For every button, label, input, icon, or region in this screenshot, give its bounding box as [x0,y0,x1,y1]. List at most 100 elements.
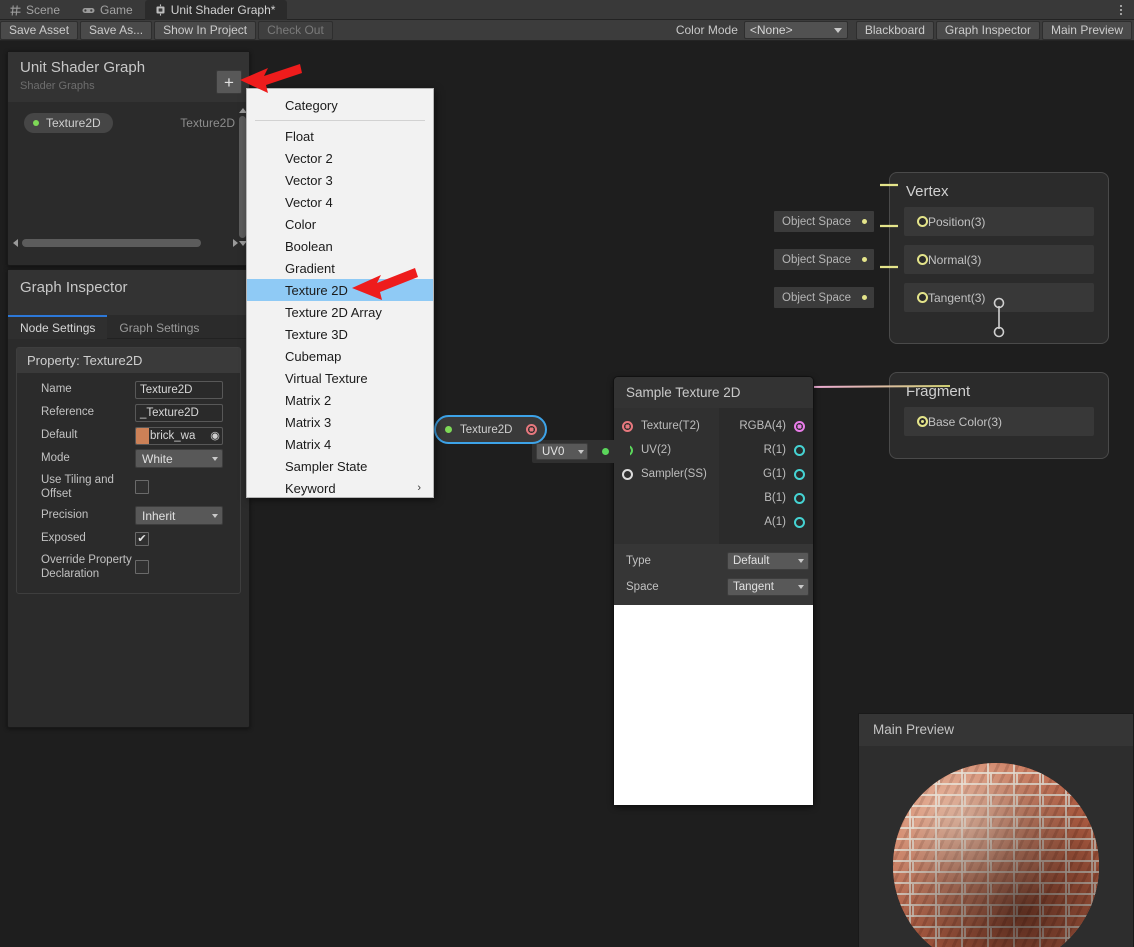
menu-item-matrix-2[interactable]: Matrix 2 [247,389,433,411]
color-mode-dropdown[interactable]: <None> [743,21,848,39]
menu-item-sampler-state[interactable]: Sampler State [247,455,433,477]
port-b-out[interactable]: B(1) [719,486,813,510]
position-port[interactable] [917,216,928,227]
graph-inspector-toggle-button[interactable]: Graph Inspector [935,20,1040,40]
chevron-down-icon [212,456,218,461]
uv0-channel-dropdown[interactable]: UV0 [536,443,588,460]
override-property-declaration-checkbox[interactable] [135,560,149,574]
tab-graph-settings[interactable]: Graph Settings [107,315,211,339]
more-options-icon[interactable] [1108,0,1134,19]
menu-item-virtual-texture[interactable]: Virtual Texture [247,367,433,389]
r-port-icon[interactable] [794,444,805,456]
blackboard-horizontal-scrollbar[interactable] [13,236,238,249]
sampler-port-icon[interactable] [622,468,633,480]
graph-inspector-panel[interactable]: Graph Inspector Node Settings Graph Sett… [7,269,250,728]
port-rgba-out[interactable]: RGBA(4) [719,414,813,438]
b-port-icon[interactable] [794,492,805,504]
port-a-out[interactable]: A(1) [719,510,813,534]
menu-item-texture-3d[interactable]: Texture 3D [247,323,433,345]
sample-texture-2d-node[interactable]: Sample Texture 2D Texture(T2) UV(2) Samp… [613,376,814,806]
menu-item-keyword[interactable]: Keyword › [247,477,433,499]
name-input[interactable]: Texture2D [135,380,223,399]
menu-item-boolean[interactable]: Boolean [247,235,433,257]
port-sampler-in[interactable]: Sampler(SS) [614,462,719,486]
fragment-node-title: Fragment [906,383,971,400]
port-r-out[interactable]: R(1) [719,438,813,462]
uv0-output-port[interactable] [602,448,609,455]
tab-scene-label: Scene [26,3,61,17]
port-texture-in[interactable]: Texture(T2) [614,414,719,438]
reference-input[interactable]: _Texture2D [135,403,223,422]
graph-canvas[interactable]: Vertex Object Space Position(3) Object S… [0,41,1134,947]
main-preview-viewport[interactable]: CSDN @呆呆敲代码的小Y [859,746,1133,947]
fragment-node[interactable]: Fragment Base Color(3) [889,372,1109,459]
field-type-dropdown[interactable]: Default [727,552,809,570]
tab-node-settings[interactable]: Node Settings [8,315,108,339]
save-as-button[interactable]: Save As... [80,20,153,40]
horizontal-scroll-thumb[interactable] [22,238,201,247]
menu-item-texture-2d[interactable]: Texture 2D [247,279,433,301]
vertex-node[interactable]: Vertex Object Space Position(3) Object S… [774,172,1109,344]
position-space-field[interactable]: Object Space [774,211,874,232]
field-exposed-row: Exposed ✔ [23,528,234,549]
rgba-port-icon[interactable] [794,420,805,432]
object-picker-icon[interactable]: ◉ [208,429,222,442]
menu-item-vector-4[interactable]: Vector 4 [247,191,433,213]
tab-game[interactable]: Game [72,0,145,20]
menu-item-gradient[interactable]: Gradient [247,257,433,279]
default-object-field[interactable]: brick_wa ◉ [135,426,223,445]
tangent-port[interactable] [917,292,928,303]
blackboard-toggle-button[interactable]: Blackboard [855,20,934,40]
blackboard-panel[interactable]: Unit Shader Graph Shader Graphs + Textur… [7,51,250,266]
use-tiling-and-offset-checkbox[interactable] [135,480,149,494]
vertex-slot-tangent[interactable]: Object Space Tangent(3) [774,283,1094,312]
main-preview-title: Main Preview [859,714,1133,746]
menu-item-color[interactable]: Color [247,213,433,235]
save-asset-button[interactable]: Save Asset [0,20,79,40]
base-color-port[interactable] [917,416,928,427]
menu-item-matrix-3[interactable]: Matrix 3 [247,411,433,433]
precision-dropdown[interactable]: Inherit [135,506,223,525]
vertex-slot-position[interactable]: Object Space Position(3) [774,207,1094,236]
menu-item-boolean-label: Boolean [285,238,333,254]
a-port-icon[interactable] [794,516,805,528]
vertex-slot-normal[interactable]: Object Space Normal(3) [774,245,1094,274]
fragment-slot-base-color[interactable]: Base Color(3) [890,407,1094,436]
vertical-scroll-thumb[interactable] [239,116,246,238]
scroll-right-icon[interactable] [233,238,238,247]
show-in-project-button[interactable]: Show In Project [154,20,257,40]
menu-item-vector-3[interactable]: Vector 3 [247,169,433,191]
menu-item-texture-2d-array[interactable]: Texture 2D Array [247,301,433,323]
mode-dropdown[interactable]: White [135,449,223,468]
blackboard-property-pill[interactable]: Texture2D [24,113,113,133]
main-preview-panel[interactable]: Main Preview CSDN @呆呆敲代码的小Y [858,713,1134,947]
port-g-out[interactable]: G(1) [719,462,813,486]
tangent-space-field[interactable]: Object Space [774,287,874,308]
texture2d-property-node[interactable]: Texture2D [434,415,547,444]
menu-item-matrix-4[interactable]: Matrix 4 [247,433,433,455]
tab-scene[interactable]: Scene [0,0,72,20]
menu-item-texture-2d-label: Texture 2D [285,282,348,298]
sample-texture-2d-preview[interactable] [614,605,813,805]
add-property-button[interactable]: + [216,70,242,94]
main-preview-toggle-button[interactable]: Main Preview [1041,20,1132,40]
scroll-left-icon[interactable] [13,238,18,247]
field-space-label: Space [626,581,659,593]
uv0-node[interactable]: UV0 [532,440,630,463]
menu-item-vector-2[interactable]: Vector 2 [247,147,433,169]
texture-port-icon[interactable] [622,420,633,432]
window-tab-bar: Scene Game Unit Shader Graph* [0,0,1134,20]
menu-item-cubemap[interactable]: Cubemap [247,345,433,367]
blackboard-property-row[interactable]: Texture2D Texture2D [8,112,249,134]
tab-unit-shader-graph[interactable]: Unit Shader Graph* [144,0,288,20]
exposed-checkbox[interactable]: ✔ [135,531,149,546]
graph-inspector-title: Graph Inspector [20,279,128,296]
g-port-icon[interactable] [794,468,805,480]
normal-port[interactable] [917,254,928,265]
normal-space-field[interactable]: Object Space [774,249,874,270]
field-space-dropdown[interactable]: Tangent [727,578,809,596]
add-property-context-menu[interactable]: Category Float Vector 2 Vector 3 Vector … [246,88,434,498]
menu-item-float[interactable]: Float [247,125,433,147]
texture2d-node-output-port[interactable] [526,424,537,435]
field-type-value: Default [733,555,770,567]
